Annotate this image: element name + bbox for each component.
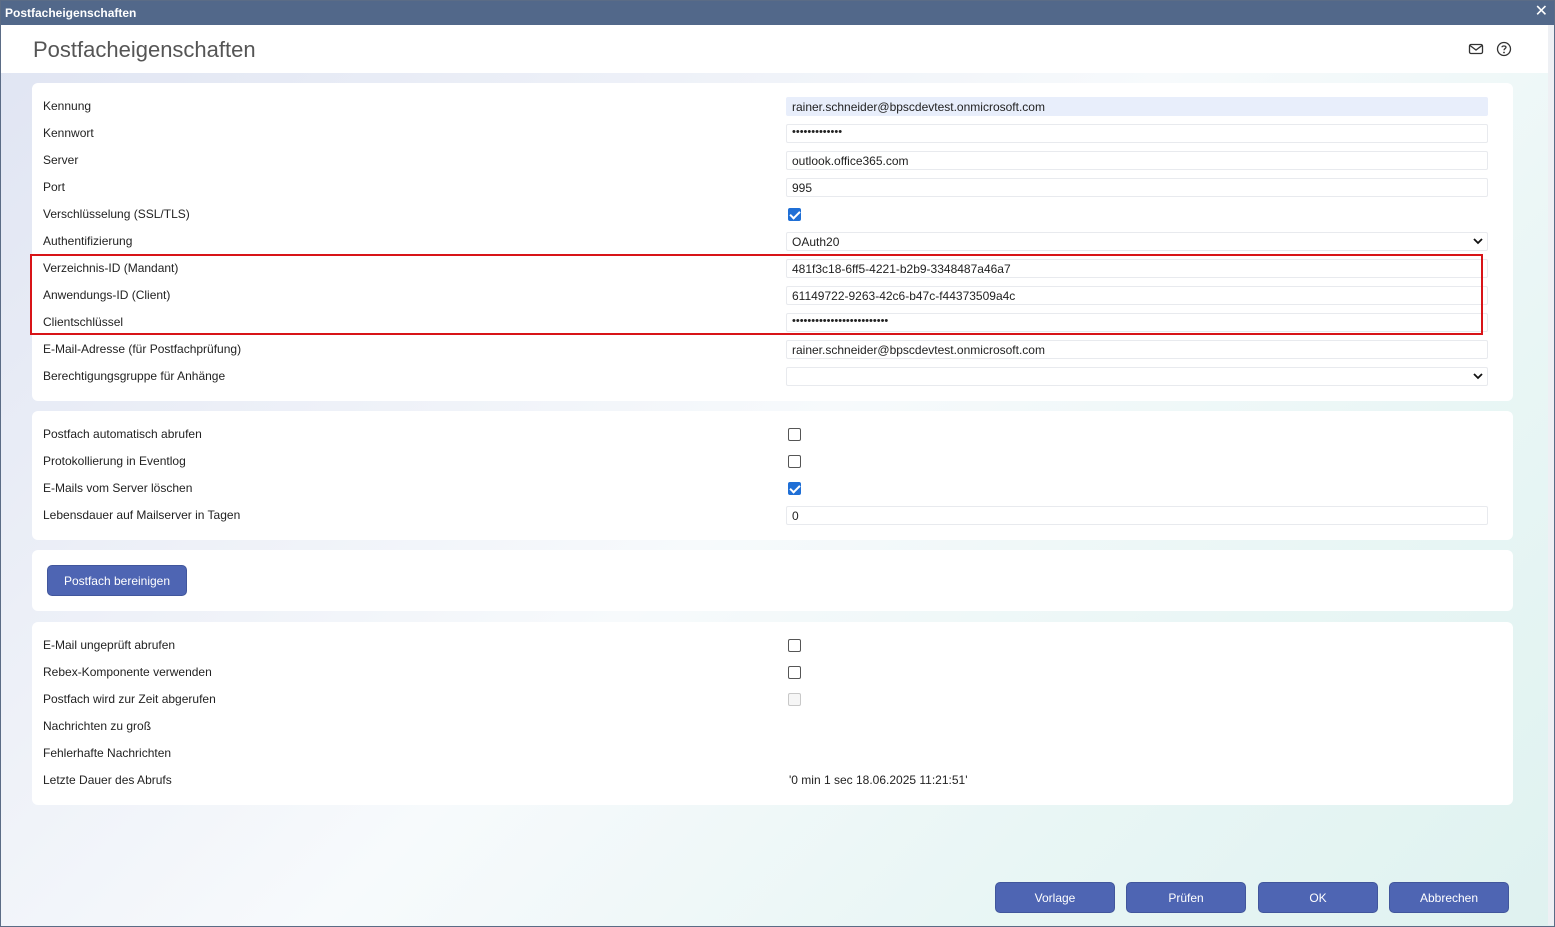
group-select[interactable] — [786, 367, 1488, 386]
label-ssl: Verschlüsselung (SSL/TLS) — [43, 207, 190, 221]
label-duration: Letzte Dauer des Abrufs — [43, 773, 172, 787]
label-busy: Postfach wird zur Zeit abgerufen — [43, 692, 216, 706]
label-kennwort: Kennwort — [43, 126, 94, 140]
kennwort-input[interactable]: ••••••••••••• — [786, 124, 1488, 143]
chevron-down-icon — [1473, 373, 1483, 380]
label-delete: E-Mails vom Server löschen — [43, 481, 193, 495]
cancel-button[interactable]: Abbrechen — [1389, 882, 1509, 913]
status-panel: E-Mail ungeprüft abrufen Rebex-Komponent… — [32, 622, 1513, 805]
auto-fetch-checkbox[interactable] — [788, 428, 801, 441]
retrieval-panel: Postfach automatisch abrufen Protokollie… — [32, 411, 1513, 540]
label-email: E-Mail-Adresse (für Postfachprüfung) — [43, 342, 242, 356]
delete-from-server-checkbox[interactable] — [788, 482, 801, 495]
auth-select[interactable]: OAuth20 — [786, 232, 1488, 251]
highlight-box — [30, 254, 1483, 335]
ssl-checkbox[interactable] — [788, 208, 801, 221]
label-eventlog: Protokollierung in Eventlog — [43, 454, 186, 468]
server-input[interactable]: outlook.office365.com — [786, 151, 1488, 170]
page-title: Postfacheigenschaften — [33, 37, 256, 62]
window-title: Postfacheigenschaften — [5, 6, 137, 20]
chevron-down-icon — [1473, 238, 1483, 245]
close-icon[interactable]: ✕ — [1535, 3, 1548, 21]
rebex-checkbox[interactable] — [788, 666, 801, 679]
ok-button[interactable]: OK — [1258, 882, 1378, 913]
cleanup-panel: Postfach bereinigen — [32, 550, 1513, 611]
label-toobig: Nachrichten zu groß — [43, 719, 152, 733]
kennung-input[interactable]: rainer.schneider@bpscdevtest.onmicrosoft… — [786, 97, 1488, 116]
auth-select-value: OAuth20 — [792, 235, 840, 249]
label-kennung: Kennung — [43, 99, 92, 113]
duration-value: '0 min 1 sec 18.06.2025 11:21:51' — [789, 773, 968, 787]
fetch-unchecked-checkbox[interactable] — [788, 639, 801, 652]
port-input[interactable]: 995 — [786, 178, 1488, 197]
clean-mailbox-button[interactable]: Postfach bereinigen — [47, 565, 187, 596]
label-group: Berechtigungsgruppe für Anhänge — [43, 369, 226, 383]
page-header: Postfacheigenschaften — [1, 25, 1554, 73]
label-faulty: Fehlerhafte Nachrichten — [43, 746, 172, 760]
eventlog-checkbox[interactable] — [788, 455, 801, 468]
label-rebex: Rebex-Komponente verwenden — [43, 665, 212, 679]
label-auto: Postfach automatisch abrufen — [43, 427, 202, 441]
label-server: Server — [43, 153, 79, 167]
template-button[interactable]: Vorlage — [995, 882, 1115, 913]
label-auth: Authentifizierung — [43, 234, 133, 248]
email-input[interactable]: rainer.schneider@bpscdevtest.onmicrosoft… — [786, 340, 1488, 359]
lifetime-input[interactable]: 0 — [786, 506, 1488, 525]
title-bar: Postfacheigenschaften ✕ — [1, 1, 1554, 25]
label-unchecked: E-Mail ungeprüft abrufen — [43, 638, 176, 652]
help-icon[interactable] — [1496, 41, 1512, 57]
label-port: Port — [43, 180, 66, 194]
label-lifetime: Lebensdauer auf Mailserver in Tagen — [43, 508, 241, 522]
check-button[interactable]: Prüfen — [1126, 882, 1246, 913]
connection-panel: Kennung rainer.schneider@bpscdevtest.onm… — [32, 83, 1513, 401]
mail-icon[interactable] — [1468, 41, 1484, 57]
dialog-window: Postfacheigenschaften ✕ Postfacheigensch… — [0, 0, 1555, 927]
scrollbar[interactable] — [1548, 25, 1554, 925]
busy-checkbox — [788, 693, 801, 706]
